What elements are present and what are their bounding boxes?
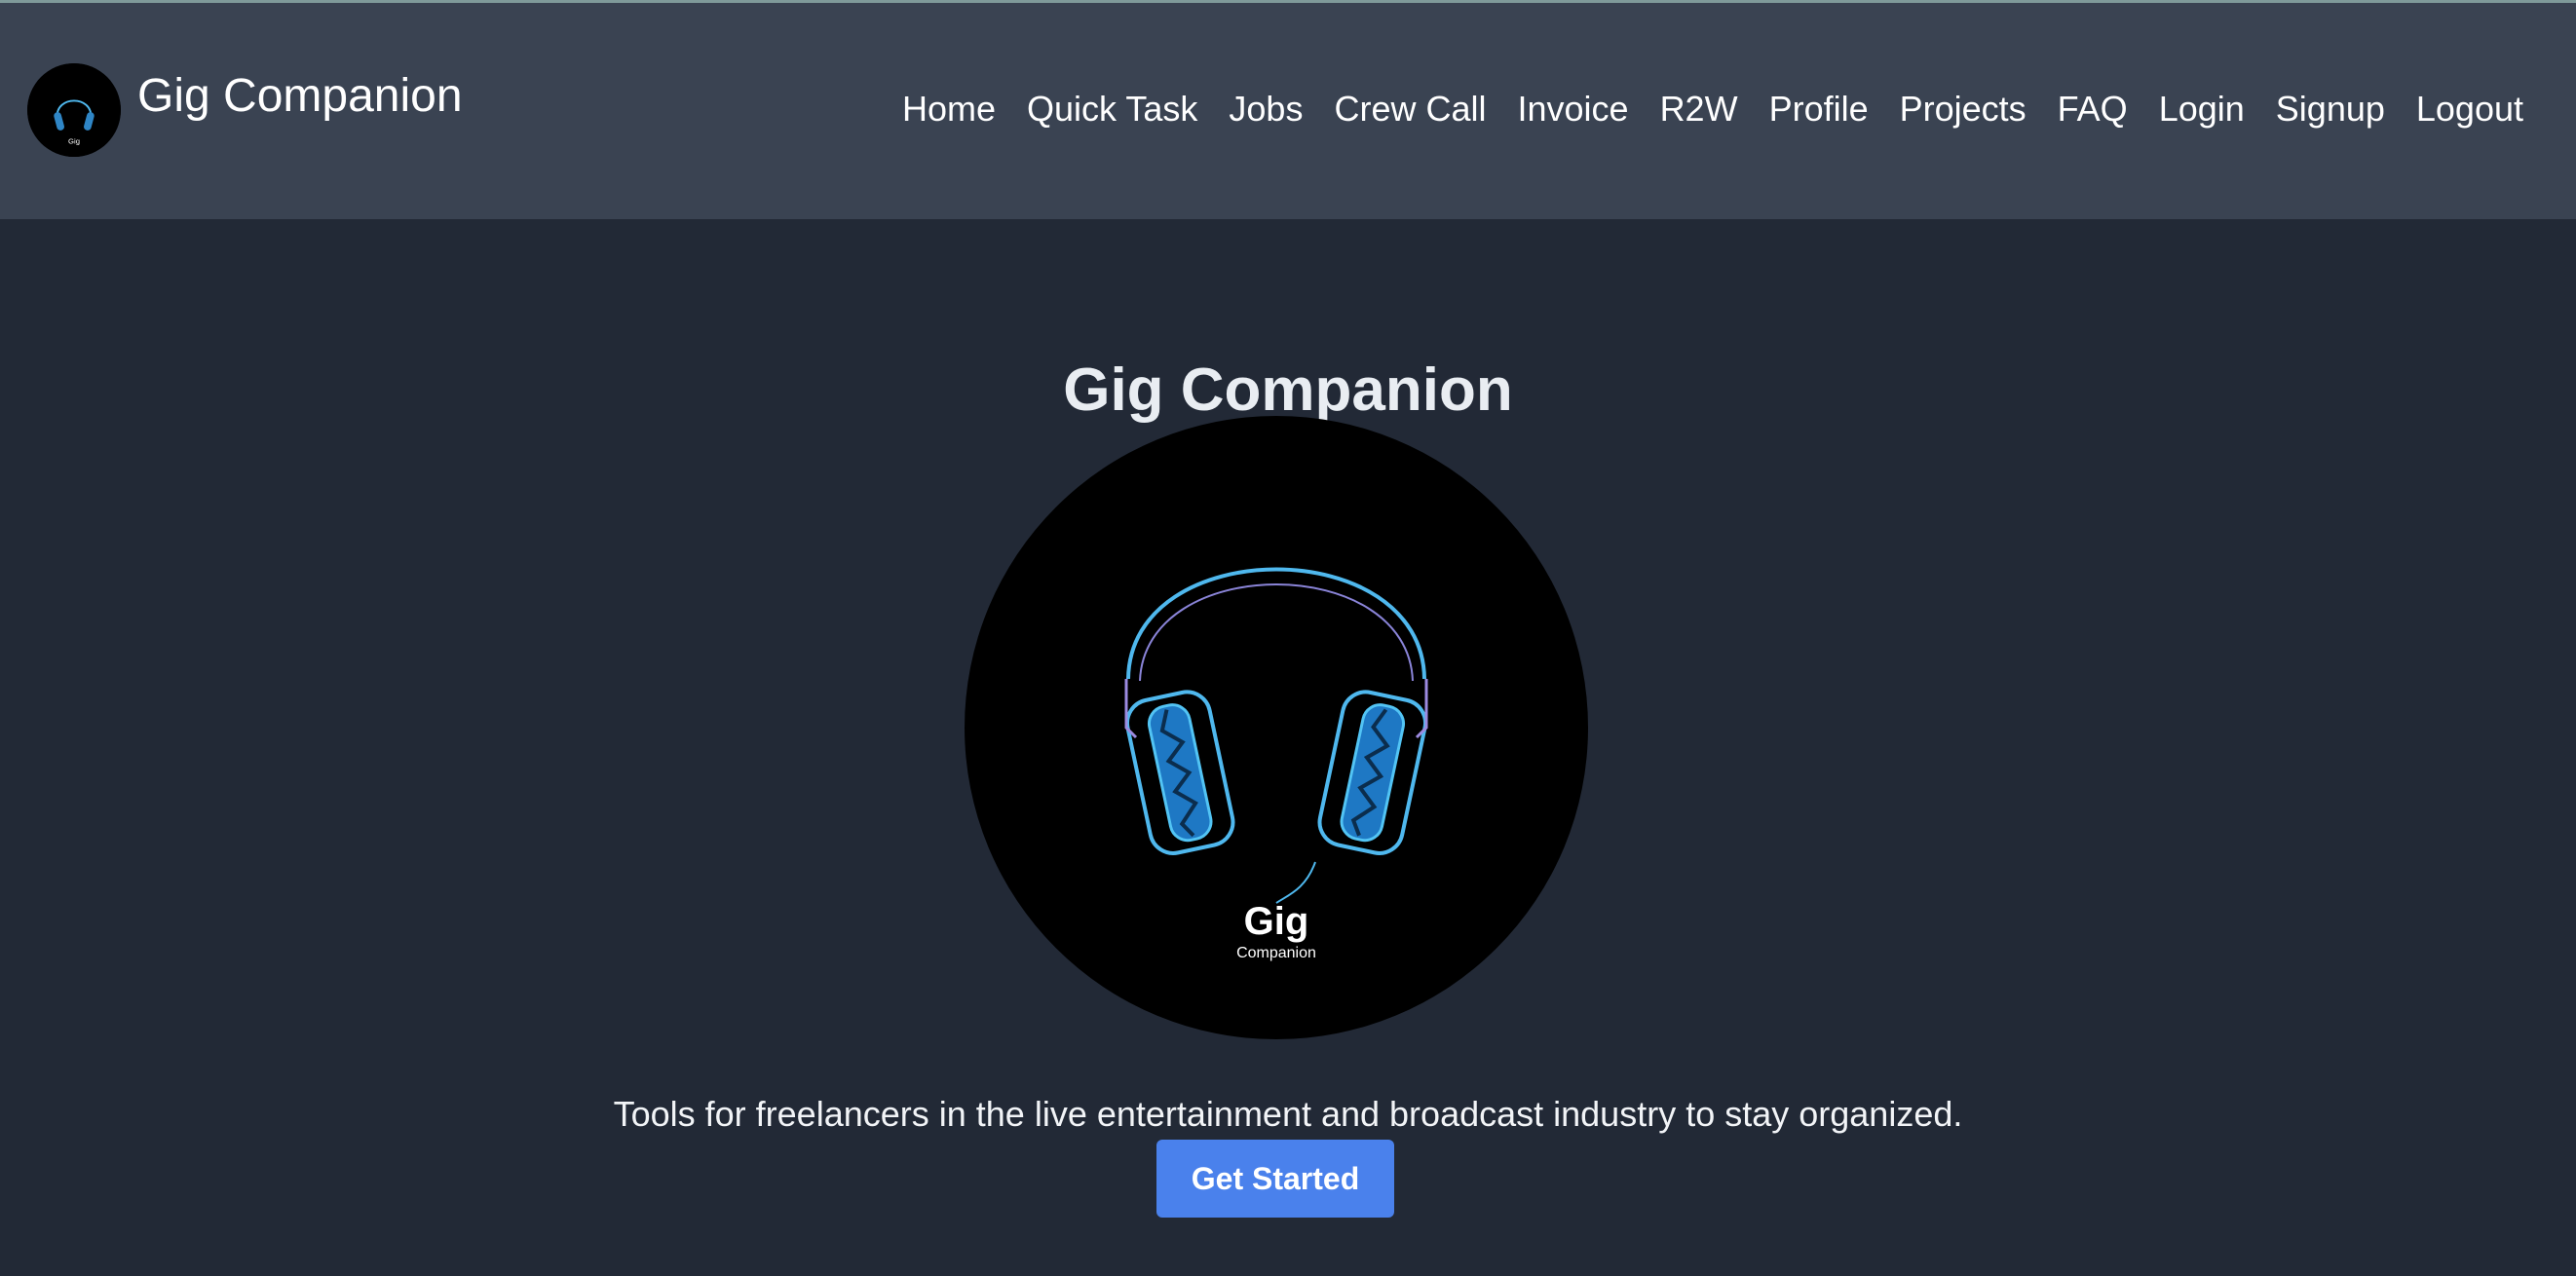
nav-signup[interactable]: Signup (2276, 89, 2385, 130)
hero-title: Gig Companion (1063, 356, 1513, 424)
nav-faq[interactable]: FAQ (2058, 89, 2128, 130)
nav-login[interactable]: Login (2159, 89, 2245, 130)
navbar: Gig Gig Companion Home Quick Task Jobs C… (0, 3, 2576, 219)
hero-tagline: Tools for freelancers in the live entert… (613, 1094, 1963, 1134)
nav-profile[interactable]: Profile (1769, 89, 1869, 130)
nav-jobs[interactable]: Jobs (1229, 89, 1303, 130)
headphones-logo-image: Gig Companion (965, 416, 1588, 1039)
brand-link[interactable]: Gig Gig Companion (27, 63, 463, 157)
headphones-logo-icon: Gig (27, 63, 121, 157)
hero-section: Gig Companion Gig Companion Tools for fr… (0, 219, 2576, 1276)
get-started-button[interactable]: Get Started (1156, 1140, 1394, 1218)
brand-name: Gig Companion (137, 70, 463, 122)
nav-quick-task[interactable]: Quick Task (1027, 89, 1197, 130)
svg-text:Gig: Gig (68, 137, 80, 146)
hero-logo-text-sub: Companion (1236, 945, 1316, 961)
nav-crew-call[interactable]: Crew Call (1334, 89, 1486, 130)
nav-logout[interactable]: Logout (2416, 89, 2523, 130)
nav-home[interactable]: Home (902, 89, 996, 130)
hero-logo-text-main: Gig (1244, 900, 1309, 943)
nav-projects[interactable]: Projects (1900, 89, 2027, 130)
nav-r2w[interactable]: R2W (1660, 89, 1738, 130)
main-nav: Home Quick Task Jobs Crew Call Invoice R… (871, 89, 2523, 130)
nav-invoice[interactable]: Invoice (1517, 89, 1628, 130)
